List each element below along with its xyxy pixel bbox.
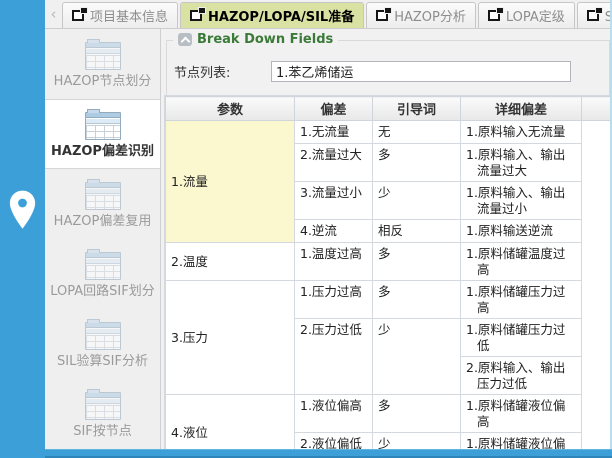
tab-label: LOPA定级 [506,6,565,25]
panel-title: Break Down Fields [197,32,333,47]
panel-header: Break Down Fields [173,32,338,47]
guideword-cell[interactable]: 少 [373,319,461,395]
deviation-cell[interactable]: 2.液位偏低 [295,433,373,450]
spreadsheet-icon [85,42,121,70]
deviation-cell[interactable]: 3.流量过小 [295,182,373,220]
guideword-cell[interactable]: 相反 [373,220,461,243]
bottom-rail [0,449,612,458]
window-icon [376,10,388,21]
window-icon [72,10,84,21]
sidebar-item-label: SIF按节点 [73,424,132,439]
guideword-cell[interactable]: 无 [373,121,461,144]
deviation-cell[interactable]: 1.温度过高 [295,243,373,281]
table-row: 1.流量1.无流量无1.原料输入无流量 [166,121,612,144]
detail-deviation-cell[interactable]: 1.原料输入无流量 [461,121,582,144]
tab-label: HAZOP/LOPA/SIL准备 [208,6,354,25]
sidebar-item-sil-verify-sif-analysis[interactable]: SIL验算SIF分析 [45,309,160,379]
sidebar-item-lopa-loop-sif-division[interactable]: LOPA回路SIF划分 [45,239,160,309]
table-header-row: 参数偏差引导词详细偏差 [166,97,612,121]
table-row: 4.液位1.液位偏高多1.原料储罐液位偏高 [166,395,612,433]
detail-deviation-cell[interactable]: 2.原料输入、输出压力过低 [461,357,582,395]
tab-lopa-rating[interactable]: LOPA定级 [478,2,575,28]
sidebar-item-label: HAZOP节点划分 [54,74,152,89]
node-list-field: 节点列表: [174,61,609,82]
spreadsheet-icon [85,182,121,210]
guideword-cell[interactable]: 少 [373,433,461,450]
spreadsheet-icon [85,252,121,280]
tab-scroll-left-icon[interactable]: ‹ [45,0,62,28]
deviation-table: 参数偏差引导词详细偏差 1.流量1.无流量无1.原料输入无流量2.流量过大多1.… [165,96,612,449]
deviation-grid: 参数偏差引导词详细偏差 1.流量1.无流量无1.原料输入无流量2.流量过大多1.… [164,95,612,449]
guideword-cell[interactable]: 少 [373,182,461,220]
column-header[interactable]: 参数 [166,97,295,121]
node-list-input[interactable] [271,61,571,82]
sidebar-item-label: LOPA回路SIF划分 [50,284,154,299]
guideword-cell[interactable]: 多 [373,144,461,182]
guideword-cell[interactable]: 多 [373,243,461,281]
tab-list: 项目基本信息 HAZOP/LOPA/SIL准备 HAZOP分析 LOPA定级 SIL验算 [62,2,612,28]
detail-deviation-cell[interactable]: 1.原料储罐液位偏高 [461,395,582,433]
sidebar-item-label: SIL验算SIF分析 [57,354,148,369]
tab-project-basic-info[interactable]: 项目基本信息 [62,2,178,28]
deviation-cell[interactable]: 2.流量过大 [295,144,373,182]
deviation-cell[interactable]: 1.液位偏高 [295,395,373,433]
column-header[interactable]: 偏差 [295,97,373,121]
location-pin-icon[interactable] [7,188,38,232]
tab-sil-verification[interactable]: SIL验算 [577,2,612,28]
column-header[interactable]: 引导词 [373,97,461,121]
detail-deviation-cell[interactable]: 1.原料储罐液位偏低 [461,433,582,450]
guideword-cell[interactable]: 多 [373,281,461,319]
tab-bar: ‹ 项目基本信息 HAZOP/LOPA/SIL准备 HAZOP分析 LOPA定级 SIL… [45,0,612,29]
detail-deviation-cell[interactable]: 1.原料输入、输出流量过大 [461,144,582,182]
collapse-icon[interactable] [178,33,192,46]
window-icon [190,10,202,21]
spreadsheet-icon [85,392,121,420]
column-header[interactable]: 详细偏差 [461,97,582,121]
sidebar: HAZOP节点划分 HAZOP偏差识别 HAZOP偏差复用 LOPA回路SIF划分 SI… [45,29,161,449]
node-list-label: 节点列表: [174,62,271,81]
table-row: 3.压力1.压力过高多1.原料储罐压力过高 [166,281,612,319]
tab-label: 项目基本信息 [90,6,168,25]
sidebar-item-hazop-node-division[interactable]: HAZOP节点划分 [45,29,160,99]
parameter-cell[interactable]: 3.压力 [166,281,295,395]
window-icon [587,10,599,21]
window-icon [488,10,500,21]
sidebar-item-label: HAZOP偏差复用 [54,214,152,229]
tab-hazop-analysis[interactable]: HAZOP分析 [366,2,476,28]
detail-deviation-cell[interactable]: 1.原料输入、输出流量过小 [461,182,582,220]
app-window: ‹ 项目基本信息 HAZOP/LOPA/SIL准备 HAZOP分析 LOPA定级 SIL… [0,0,612,458]
sidebar-item-label: HAZOP偏差识别 [51,144,154,159]
deviation-cell[interactable]: 1.无流量 [295,121,373,144]
deviation-cell[interactable]: 4.逆流 [295,220,373,243]
main-content: Break Down Fields 节点列表: 参数偏差引导词详细偏差 1.流量… [162,29,612,449]
tab-label: HAZOP分析 [394,6,466,25]
break-down-fields-panel: Break Down Fields 节点列表: [166,40,610,96]
detail-deviation-cell[interactable]: 1.原料储罐压力过高 [461,281,582,319]
spreadsheet-icon [85,112,121,140]
sidebar-item-sif-by-node[interactable]: SIF按节点 [45,379,160,449]
sidebar-item-hazop-deviation-reuse[interactable]: HAZOP偏差复用 [45,169,160,239]
detail-deviation-cell[interactable]: 1.原料输送逆流 [461,220,582,243]
column-header-empty [582,97,612,121]
parameter-cell[interactable]: 4.液位 [166,395,295,450]
guideword-cell[interactable]: 多 [373,395,461,433]
table-row: 2.温度1.温度过高多1.原料储罐温度过高 [166,243,612,281]
deviation-cell[interactable]: 1.压力过高 [295,281,373,319]
spreadsheet-icon [85,322,121,350]
tab-hazop-lopa-sil-prep[interactable]: HAZOP/LOPA/SIL准备 [180,2,364,28]
sidebar-item-hazop-deviation-identify[interactable]: HAZOP偏差识别 [45,99,160,169]
parameter-cell[interactable]: 2.温度 [166,243,295,281]
deviation-cell[interactable]: 2.压力过低 [295,319,373,395]
detail-deviation-cell[interactable]: 1.原料储罐温度过高 [461,243,582,281]
left-rail [0,0,45,458]
parameter-cell[interactable]: 1.流量 [166,121,295,243]
detail-deviation-cell[interactable]: 1.原料储罐压力过低 [461,319,582,357]
